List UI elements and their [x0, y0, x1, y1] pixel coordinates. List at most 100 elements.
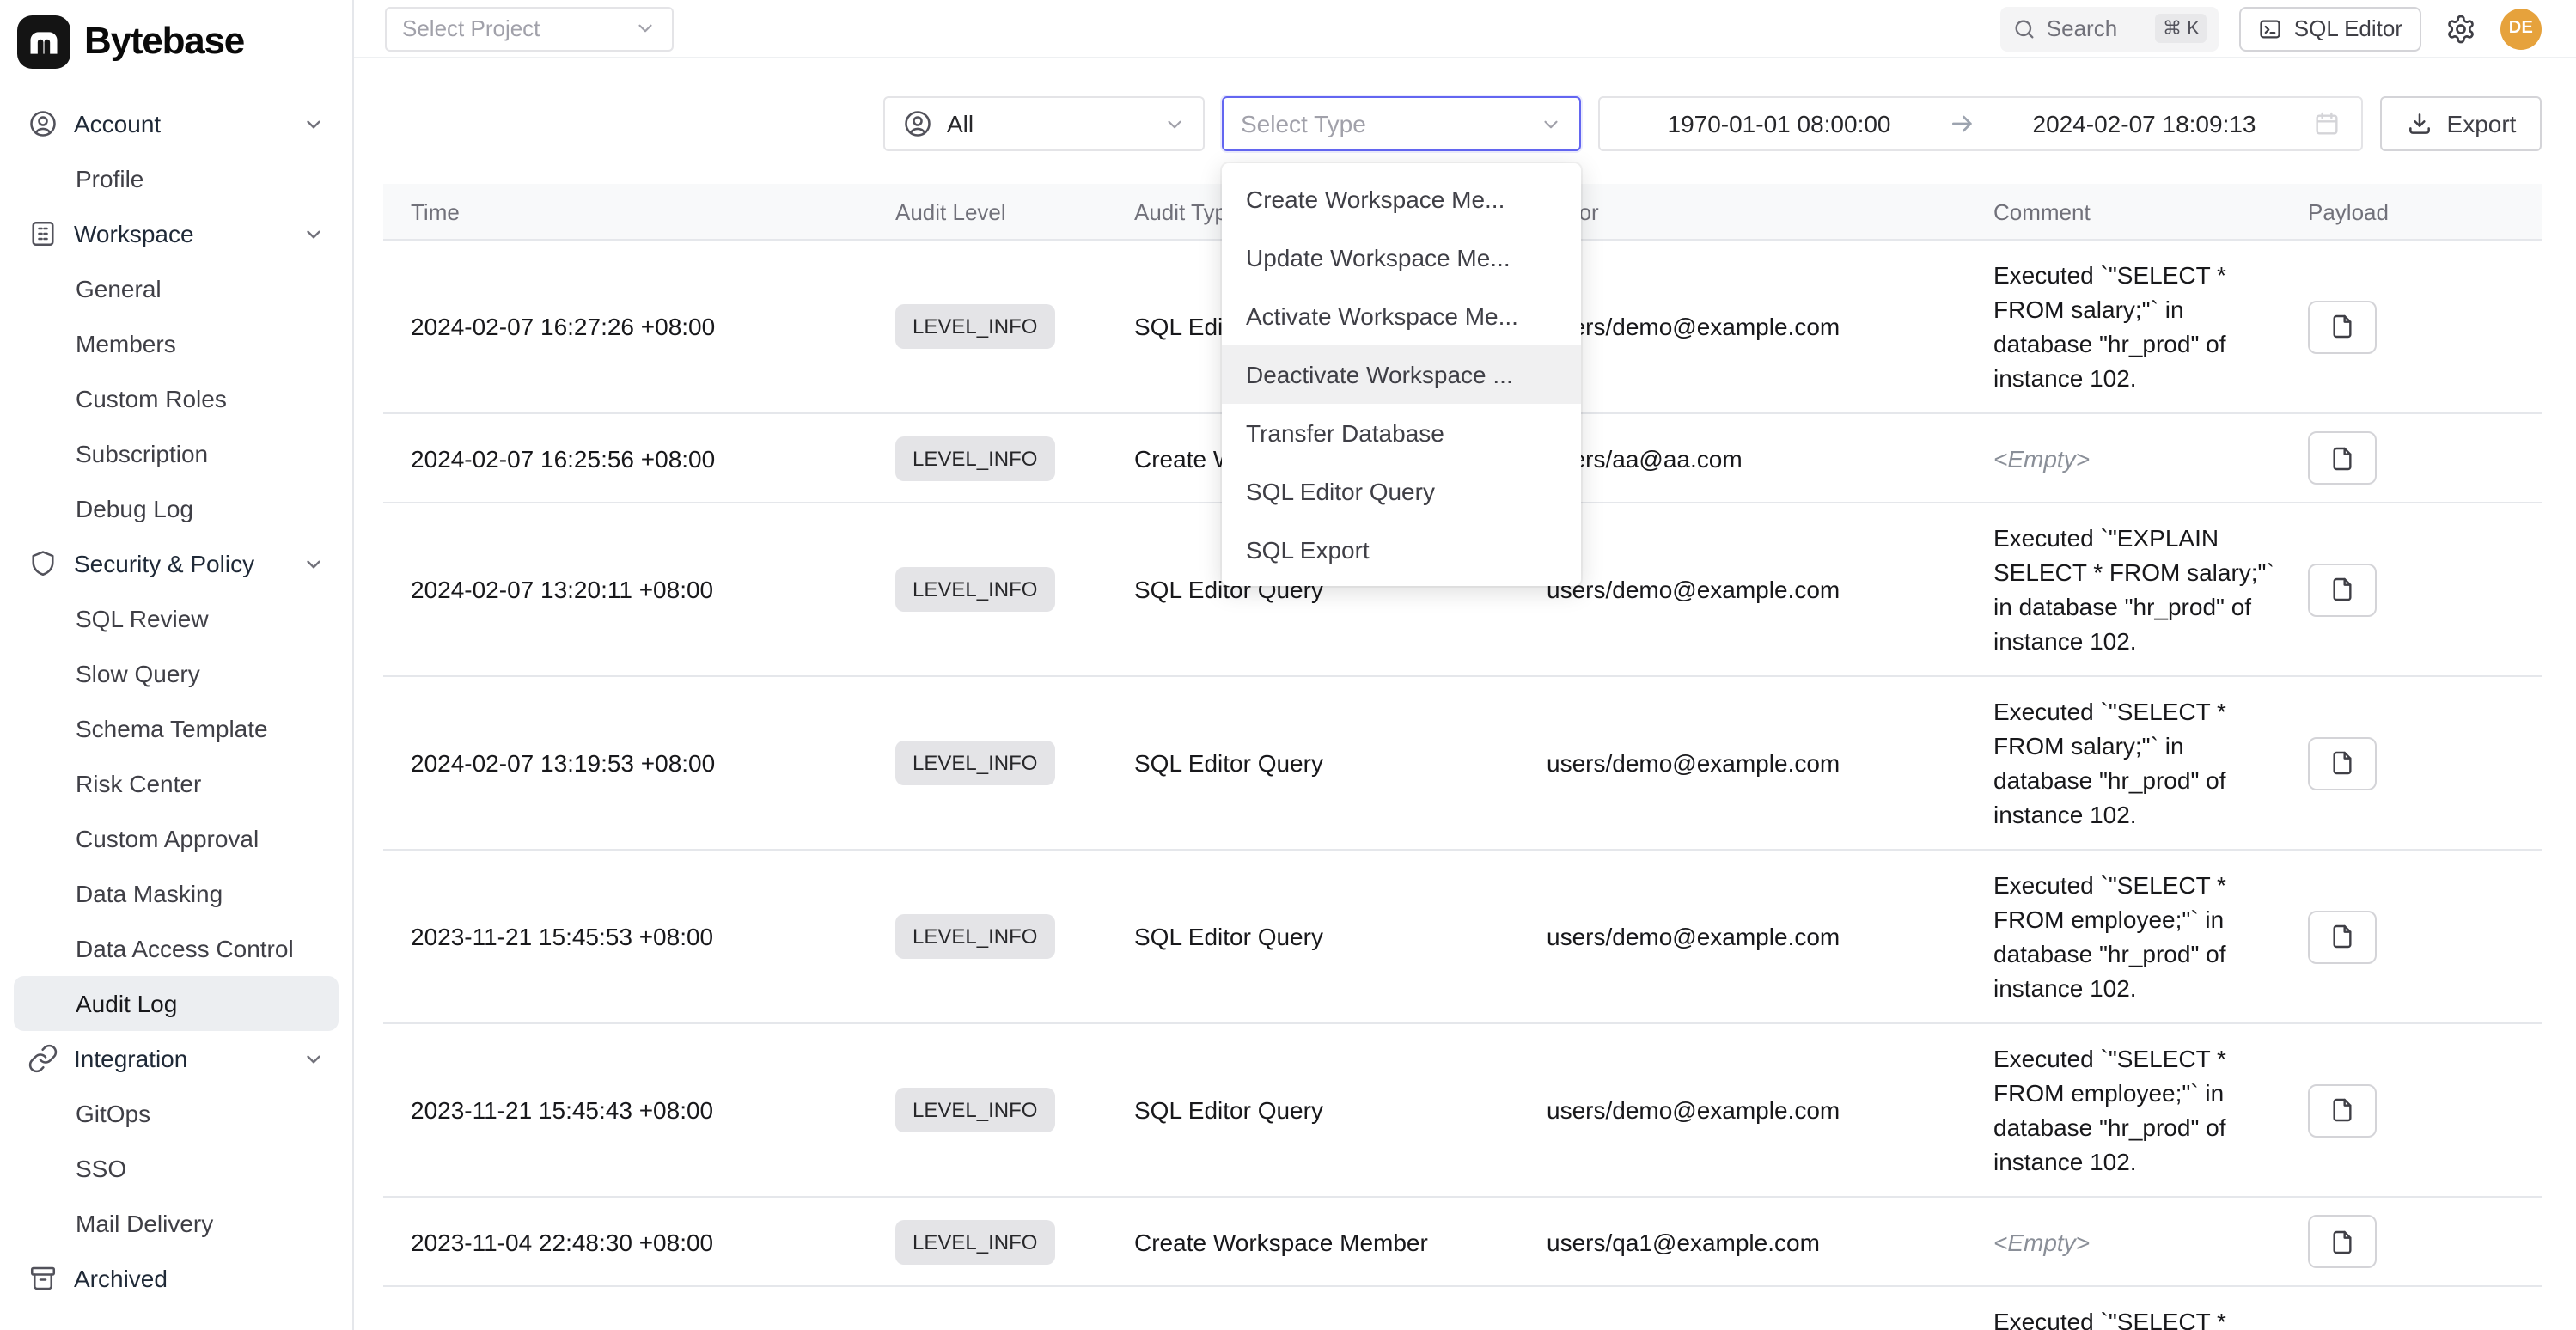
project-select[interactable]: Select Project — [385, 6, 674, 51]
search-icon — [2012, 16, 2036, 40]
type-option-sql-editor-query[interactable]: SQL Editor Query — [1222, 462, 1581, 521]
calendar-icon — [2313, 110, 2341, 137]
payload-button[interactable] — [2308, 431, 2377, 485]
type-filter-menu: Create Workspace Me... Update Workspace … — [1222, 163, 1581, 586]
filter-bar: All Create Workspace Me... Update Worksp… — [383, 96, 2542, 151]
table-row: 2023-11-21 15:45:43 +08:00 LEVEL_INFO SQ… — [383, 1024, 2542, 1198]
col-audit-level: Audit Level — [868, 198, 1107, 224]
date-from-value: 1970-01-01 08:00:00 — [1621, 110, 1938, 137]
chevron-down-icon — [302, 223, 325, 245]
sidebar-item-subscription[interactable]: Subscription — [14, 426, 339, 481]
type-option-sql-export[interactable]: SQL Export — [1222, 521, 1581, 579]
main-column: Select Project Search ⌘ K SQL Editor DE — [354, 0, 2576, 1330]
file-icon — [2329, 576, 2356, 603]
chevron-down-icon — [1540, 113, 1562, 135]
type-option-update-workspace-member[interactable]: Update Workspace Me... — [1222, 229, 1581, 287]
sidebar-item-custom-approval[interactable]: Custom Approval — [14, 811, 339, 866]
type-filter-select[interactable] — [1222, 96, 1581, 151]
audit-level-badge: LEVEL_INFO — [895, 1088, 1054, 1132]
payload-button[interactable] — [2308, 1083, 2377, 1137]
type-filter-wrap: Create Workspace Me... Update Workspace … — [1222, 96, 1581, 151]
user-circle-icon — [27, 108, 58, 139]
audit-type: SQL Editor Query — [1107, 1076, 1519, 1144]
sidebar-section-label: Account — [74, 110, 161, 137]
page: Bytebase Account Profile Workspace Gener… — [0, 0, 2576, 1330]
search-input[interactable]: Search ⌘ K — [2000, 6, 2219, 51]
bytebase-logo[interactable]: Bytebase — [0, 0, 352, 82]
sidebar-item-profile[interactable]: Profile — [14, 151, 339, 206]
payload-button[interactable] — [2308, 910, 2377, 963]
type-option-transfer-database[interactable]: Transfer Database — [1222, 404, 1581, 462]
audit-time: 2024-02-07 13:19:53 +08:00 — [383, 729, 868, 797]
sidebar-item-custom-roles[interactable]: Custom Roles — [14, 371, 339, 426]
date-to-value: 2024-02-07 18:09:13 — [1986, 110, 2303, 137]
sidebar-item-archived[interactable]: Archived — [14, 1251, 339, 1306]
download-icon — [2406, 110, 2433, 137]
type-option-create-workspace-member[interactable]: Create Workspace Me... — [1222, 170, 1581, 229]
sidebar-section-integration[interactable]: Integration — [14, 1031, 339, 1086]
payload-button[interactable] — [2308, 736, 2377, 790]
audit-comment: <Empty> — [1966, 1207, 2280, 1276]
sidebar-section-label: Integration — [74, 1045, 187, 1072]
audit-log-content: All Create Workspace Me... Update Worksp… — [354, 58, 2576, 1330]
sidebar-item-risk-center[interactable]: Risk Center — [14, 756, 339, 811]
chevron-down-icon — [1163, 113, 1186, 135]
chevron-down-icon — [302, 1047, 325, 1070]
sidebar-item-audit-log[interactable]: Audit Log — [14, 976, 339, 1031]
settings-button[interactable] — [2442, 9, 2480, 47]
sidebar-item-mail-delivery[interactable]: Mail Delivery — [14, 1196, 339, 1251]
bytebase-logo-icon — [17, 15, 70, 68]
file-icon — [2329, 1096, 2356, 1124]
audit-level-badge: LEVEL_INFO — [895, 1219, 1054, 1264]
file-icon — [2329, 1228, 2356, 1255]
sidebar-item-debug-log[interactable]: Debug Log — [14, 481, 339, 536]
arrow-right-icon — [1948, 110, 1975, 137]
avatar[interactable]: DE — [2500, 8, 2542, 49]
shield-icon — [27, 548, 58, 579]
payload-button[interactable] — [2308, 1215, 2377, 1268]
archive-icon — [27, 1263, 58, 1294]
sql-editor-button[interactable]: SQL Editor — [2239, 6, 2421, 51]
audit-level-badge: LEVEL_INFO — [895, 304, 1054, 349]
brand-name: Bytebase — [84, 19, 244, 64]
col-payload: Payload — [2280, 198, 2542, 224]
actor-filter-select[interactable]: All — [883, 96, 1205, 151]
file-icon — [2329, 313, 2356, 340]
sidebar-item-data-masking[interactable]: Data Masking — [14, 866, 339, 921]
chevron-down-icon — [302, 552, 325, 575]
sidebar-item-members[interactable]: Members — [14, 316, 339, 371]
type-option-deactivate-workspace-member[interactable]: Deactivate Workspace ... — [1222, 345, 1581, 404]
sidebar-item-schema-template[interactable]: Schema Template — [14, 701, 339, 756]
sidebar-item-gitops[interactable]: GitOps — [14, 1086, 339, 1141]
search-placeholder: Search — [2047, 15, 2117, 41]
audit-comment: Executed `"EXPLAIN SELECT * FROM salary;… — [1966, 503, 2280, 675]
audit-comment: Executed `"SELECT * FROM employee;"` in … — [1966, 1024, 2280, 1196]
payload-button[interactable] — [2308, 563, 2377, 616]
sidebar-item-sso[interactable]: SSO — [14, 1141, 339, 1196]
table-row: 2024-02-07 13:19:53 +08:00 LEVEL_INFO SQ… — [383, 677, 2542, 851]
payload-button[interactable] — [2308, 300, 2377, 353]
type-filter-input[interactable] — [1241, 110, 1540, 137]
sidebar-section-label: Security & Policy — [74, 550, 254, 577]
audit-level-badge: LEVEL_INFO — [895, 914, 1054, 959]
audit-actor: users/demo@example.com — [1519, 555, 1966, 624]
type-option-activate-workspace-member[interactable]: Activate Workspace Me... — [1222, 287, 1581, 345]
workspace-icon — [27, 218, 58, 249]
sidebar-item-sql-review[interactable]: SQL Review — [14, 591, 339, 646]
audit-type: Create Workspace Member — [1107, 1207, 1519, 1276]
export-button[interactable]: Export — [2380, 96, 2542, 151]
sidebar-item-data-access-control[interactable]: Data Access Control — [14, 921, 339, 976]
col-time: Time — [383, 198, 868, 224]
sidebar-section-workspace[interactable]: Workspace — [14, 206, 339, 261]
sidebar-item-slow-query[interactable]: Slow Query — [14, 646, 339, 701]
file-icon — [2329, 749, 2356, 777]
audit-type: SQL Editor Query — [1107, 729, 1519, 797]
chevron-down-icon — [634, 17, 656, 40]
audit-time: 2023-11-04 22:48:30 +08:00 — [383, 1207, 868, 1276]
date-range-picker[interactable]: 1970-01-01 08:00:00 2024-02-07 18:09:13 — [1598, 96, 2363, 151]
table-row: 2023-11-21 15:45:53 +08:00 LEVEL_INFO SQ… — [383, 851, 2542, 1024]
terminal-icon — [2258, 16, 2282, 40]
sidebar-section-account[interactable]: Account — [14, 96, 339, 151]
sidebar-item-general[interactable]: General — [14, 261, 339, 316]
sidebar-section-security-policy[interactable]: Security & Policy — [14, 536, 339, 591]
